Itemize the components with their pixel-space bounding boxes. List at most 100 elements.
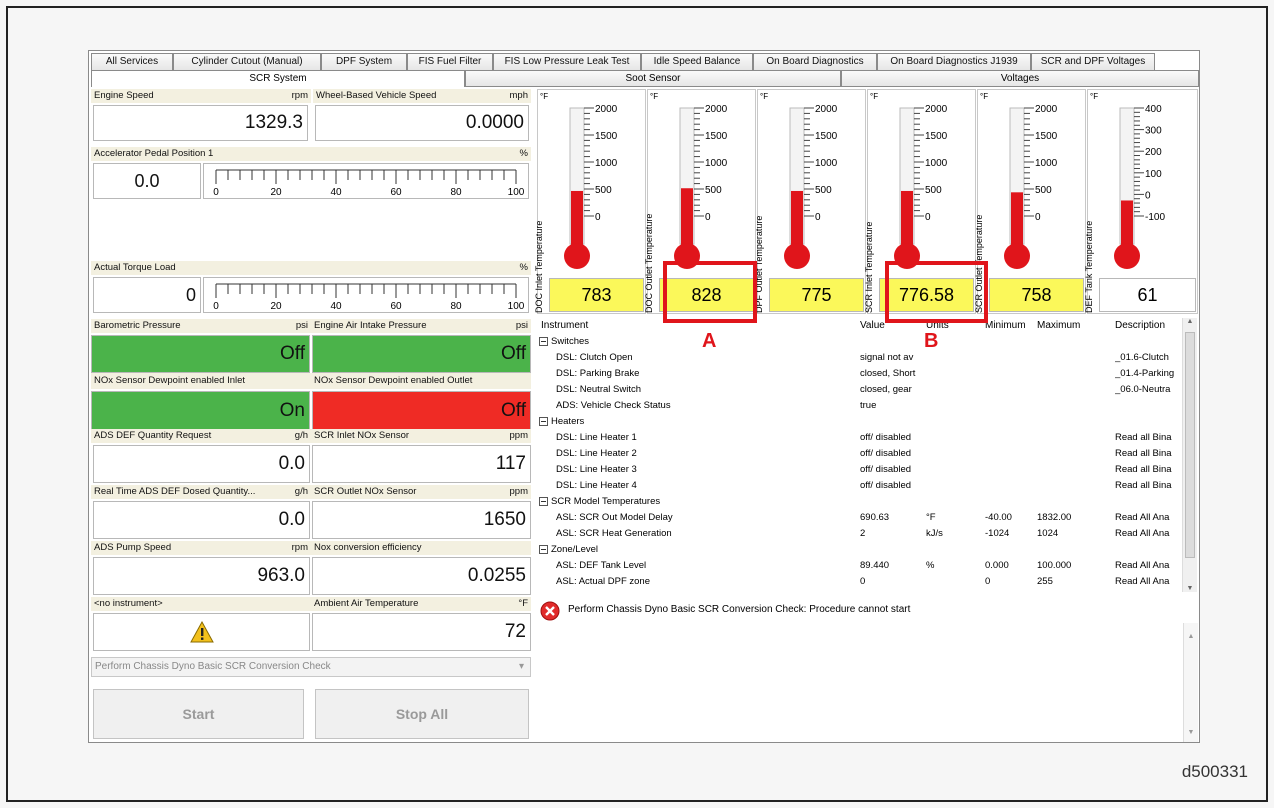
gauge-tick-label: 0 <box>595 212 601 223</box>
collapse-icon[interactable] <box>539 336 548 346</box>
pump-speed-label: ADS Pump Speed <box>94 542 172 553</box>
table-row[interactable]: ASL: DEF Tank Level 89.440% 0.000 100.000 Re… <box>536 558 1182 574</box>
thermometer-bulb <box>564 243 590 269</box>
table-row[interactable]: DSL: Parking Brake closed, Short _01.4-Par… <box>536 366 1182 382</box>
column-header[interactable]: Maximum <box>1037 318 1111 334</box>
collapse-icon[interactable] <box>539 544 548 554</box>
table-scrollbar[interactable]: ▲ ▼ <box>1182 318 1197 592</box>
no-instrument-cell: <no instrument> <box>91 597 311 651</box>
table-group-row[interactable]: Zone/Level <box>539 542 1182 558</box>
engine-speed-cell: Engine Speed rpm 1329.3 <box>91 89 311 141</box>
scroll-up-icon[interactable]: ▲ <box>1183 318 1197 325</box>
tab-on-board-diagnostics[interactable]: On Board Diagnostics <box>753 53 877 70</box>
figure-id: d500331 <box>1181 762 1248 781</box>
scale-tick-label: 100 <box>508 187 525 198</box>
instrument-table: Instrument Value Units Minimum Maximum Descri… <box>536 318 1182 592</box>
scroll-down-icon[interactable]: ▼ <box>1183 585 1197 592</box>
tab-bar-primary: All Services Cylinder Cutout (Manual) DPF … <box>91 53 1155 70</box>
table-group-row[interactable]: SCR Model Temperatures <box>539 494 1182 510</box>
table-row[interactable]: ADS: Vehicle Check Status true <box>536 398 1182 414</box>
gauge-tick-label: 2000 <box>705 104 728 115</box>
nox-efficiency-cell: Nox conversion efficiency 0.0255 <box>311 541 531 595</box>
table-row[interactable]: ASL: Actual DPF zone 0 0 255 Read All Ana <box>536 574 1182 590</box>
table-row[interactable]: DSL: Line Heater 2 off/ disabled Read all … <box>536 446 1182 462</box>
table-cell-name: ASL: Actual DPF zone <box>556 576 650 587</box>
engine-speed-unit: rpm <box>291 90 308 101</box>
tab-voltages[interactable]: Voltages <box>841 70 1199 87</box>
log-scroll-down-icon[interactable]: ▼ <box>1184 729 1198 736</box>
vehicle-speed-cell: Wheel-Based Vehicle Speed mph 0.0000 <box>313 89 531 141</box>
tab-all-services[interactable]: All Services <box>91 53 173 70</box>
intake-pressure-unit: psi <box>515 320 528 331</box>
gauge-name: DOC Inlet Temperature <box>534 220 544 313</box>
table-row[interactable]: DSL: Clutch Open signal not av _01.6-Clutc… <box>536 350 1182 366</box>
torque-scale: 0 20 40 60 80 100 <box>213 283 525 312</box>
tab-dpf-system[interactable]: DPF System <box>321 53 407 70</box>
thermometer-fill <box>901 190 913 250</box>
intake-pressure-cell: Engine Air Intake Pressure psi Off <box>311 319 531 373</box>
gauge-tick-label: 0 <box>815 212 821 223</box>
table-row[interactable]: ASL: SCR Out Model Delay 690.63 °F -40.00 18… <box>536 510 1182 526</box>
table-cell-value: closed, gear <box>860 384 912 395</box>
table-cell-desc: Read all Bina <box>1115 464 1172 475</box>
no-instrument-label: <no instrument> <box>94 598 163 609</box>
tab-scr-system[interactable]: SCR System <box>91 70 465 87</box>
def-dosed-cell: Real Time ADS DEF Dosed Quantity... g/h 0… <box>91 485 311 539</box>
torque-load-cell: Actual Torque Load% 0 0 20 40 60 80 100 <box>91 261 531 313</box>
table-row[interactable]: DSL: Neutral Switch closed, gear _06.0-Neu… <box>536 382 1182 398</box>
procedure-dropdown[interactable]: Perform Chassis Dyno Basic SCR Conversio… <box>91 657 531 677</box>
collapse-icon[interactable] <box>539 496 548 506</box>
thermometer-fill <box>1011 192 1023 250</box>
scroll-thumb[interactable] <box>1185 332 1195 558</box>
tab-soot-sensor[interactable]: Soot Sensor <box>465 70 841 87</box>
scale-tick-label: 80 <box>450 187 462 198</box>
scr-outlet-nox-label: SCR Outlet NOx Sensor <box>314 486 417 497</box>
column-header[interactable]: Description <box>1115 318 1175 334</box>
engine-speed-value: 1329.3 <box>93 105 308 141</box>
thermometer-icon: 400 300 200 100 0 -100 <box>1114 104 1165 269</box>
intake-pressure-label: Engine Air Intake Pressure <box>314 320 427 331</box>
table-cell-name: DSL: Neutral Switch <box>556 384 642 395</box>
table-cell-name: ASL: SCR Out Model Delay <box>556 512 673 523</box>
scale-tick-label: 60 <box>390 301 402 312</box>
table-row[interactable]: DSL: Line Heater 3 off/ disabled Read all … <box>536 462 1182 478</box>
table-cell-value: closed, Short <box>860 368 916 379</box>
accel-pedal-value-text: 0.0 <box>134 170 160 191</box>
collapse-icon[interactable] <box>539 416 548 426</box>
log-scroll-up-icon[interactable]: ▲ <box>1184 633 1198 640</box>
no-instrument-box <box>93 613 310 651</box>
table-row[interactable]: DSL: Line Heater 1 off/ disabled Read all … <box>536 430 1182 446</box>
tab-on-board-diagnostics-j1939[interactable]: On Board Diagnostics J1939 <box>877 53 1031 70</box>
accel-scale: 0 20 40 60 80 100 <box>213 169 525 198</box>
log-area[interactable]: ▲ ▼ <box>536 623 1198 742</box>
table-cell-name: ASL: SCR Heat Generation <box>556 528 672 539</box>
tab-scr-and-dpf-voltages[interactable]: SCR and DPF Voltages <box>1031 53 1155 70</box>
table-cell-name: DSL: Line Heater 2 <box>556 448 637 459</box>
table-row[interactable]: DSL: Line Heater 4 off/ disabled Read all … <box>536 478 1182 494</box>
def-request-unit: g/h <box>294 430 308 441</box>
column-header[interactable]: Minimum <box>985 318 1035 334</box>
log-scrollbar[interactable]: ▲ ▼ <box>1183 623 1198 742</box>
start-button[interactable]: Start <box>93 689 304 739</box>
gauge-tick-label: 1000 <box>595 158 618 169</box>
gauge-name-container: DOC Outlet Temperature <box>644 163 656 313</box>
tab-cylinder-cutout-manual[interactable]: Cylinder Cutout (Manual) <box>173 53 321 70</box>
chevron-down-icon: ▾ <box>518 661 524 672</box>
tab-idle-speed-balance[interactable]: Idle Speed Balance <box>641 53 753 70</box>
nox-dew-inlet-value: On <box>91 391 310 431</box>
tab-fis-low-pressure-leak-test[interactable]: FIS Low Pressure Leak Test <box>493 53 641 70</box>
table-cell-desc: _01.4-Parking <box>1115 368 1175 379</box>
gauge-tick-label: 500 <box>925 185 942 196</box>
table-row[interactable]: ASL: SCR Heat Generation 2 kJ/s -1024 1024 Re… <box>536 526 1182 542</box>
gauge-tick-label: 1000 <box>1035 158 1058 169</box>
stop-all-button[interactable]: Stop All <box>315 689 529 739</box>
table-group-row[interactable]: Switches <box>539 334 1182 350</box>
gauge-name-container: SCR Inlet Temperature <box>864 163 876 313</box>
gauge-tick-label: 2000 <box>815 104 838 115</box>
gauge-unit: °F <box>980 92 989 101</box>
table-group-row[interactable]: Heaters <box>539 414 1182 430</box>
tab-fis-fuel-filter[interactable]: FIS Fuel Filter <box>407 53 493 70</box>
thermometer-icon: 2000 1500 1000 500 0 <box>784 104 838 269</box>
gauge-tick-label: 0 <box>1035 212 1041 223</box>
table-cell-min: 0.000 <box>985 560 1009 571</box>
